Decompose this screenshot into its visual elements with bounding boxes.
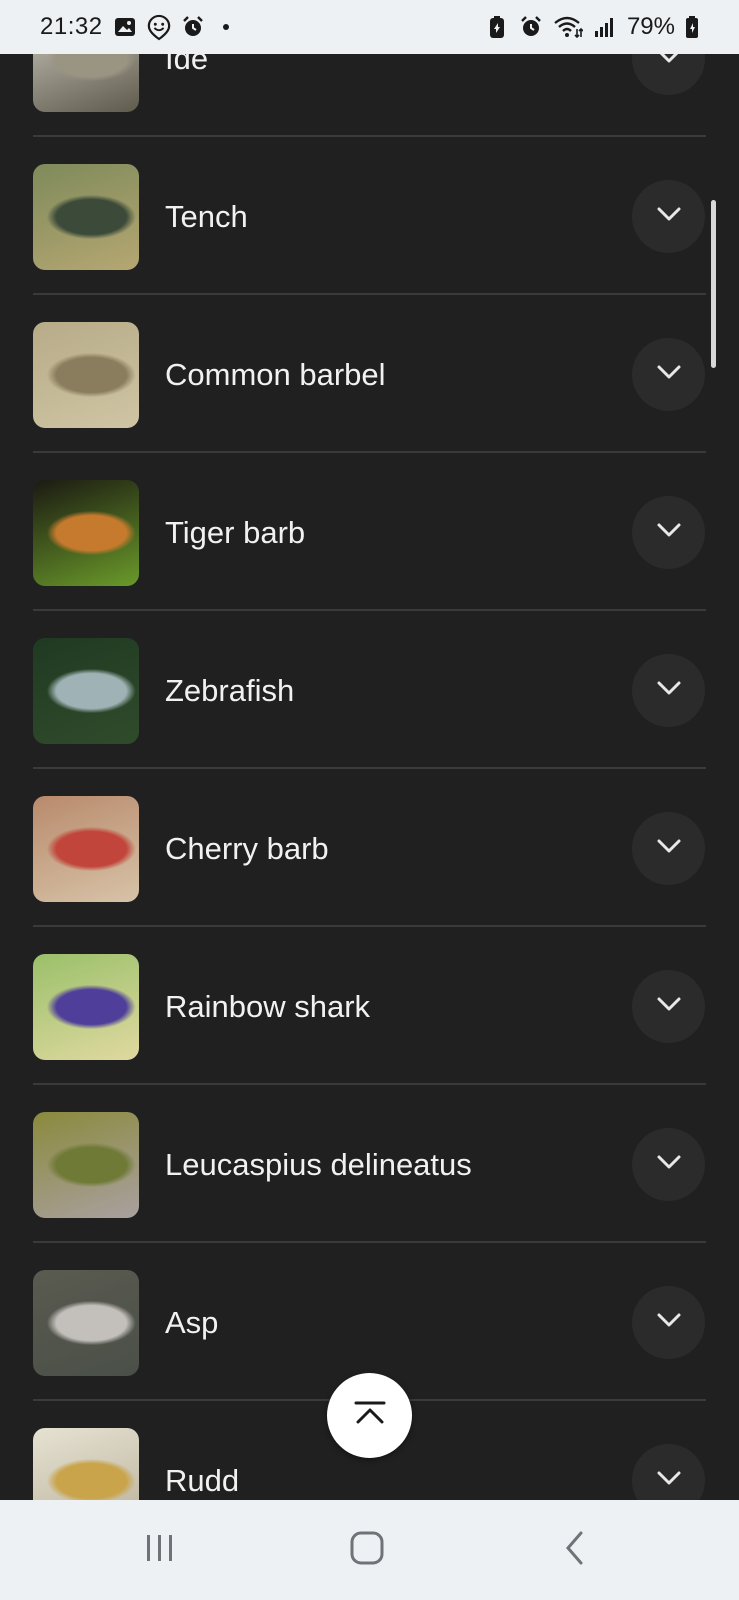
- fish-thumbnail: [33, 164, 139, 270]
- chevron-down-icon: [656, 680, 682, 701]
- smiley-location-icon: [147, 14, 171, 41]
- chevron-down-icon: [656, 206, 682, 227]
- notification-dot: [222, 24, 229, 30]
- image-icon: [113, 15, 137, 39]
- scrollbar[interactable]: [711, 200, 716, 368]
- fish-name: Ide: [165, 54, 209, 76]
- expand-button[interactable]: [632, 1286, 705, 1359]
- battery-saver-icon: [485, 15, 509, 39]
- fish-thumbnail: [33, 54, 139, 112]
- chevron-up-bar-icon: [353, 1400, 387, 1431]
- expand-button[interactable]: [632, 1128, 705, 1201]
- fish-name: Rudd: [165, 1463, 240, 1498]
- fish-thumbnail: [33, 638, 139, 744]
- chevron-down-icon: [656, 522, 682, 543]
- fish-list-item[interactable]: Tiger barb: [0, 453, 739, 611]
- chevron-down-icon: [656, 838, 682, 859]
- fish-thumbnail: [33, 480, 139, 586]
- fish-list-item[interactable]: Rainbow shark: [0, 927, 739, 1085]
- expand-button[interactable]: [632, 812, 705, 885]
- recents-icon: [142, 1531, 178, 1570]
- fish-list-item[interactable]: Leucaspius delineatus: [0, 1085, 739, 1243]
- fish-name: Zebrafish: [165, 673, 295, 708]
- battery-icon: [685, 15, 699, 39]
- expand-button[interactable]: [632, 180, 705, 253]
- fish-name: Common barbel: [165, 357, 386, 392]
- status-left: 21:32: [40, 13, 229, 41]
- alarm-icon: [181, 15, 205, 39]
- fish-list-item[interactable]: Tench: [0, 137, 739, 295]
- chevron-down-icon: [656, 1154, 682, 1175]
- chevron-down-icon: [656, 1312, 682, 1333]
- fish-thumbnail: [33, 322, 139, 428]
- system-nav-bar: [0, 1500, 739, 1600]
- fish-thumbnail: [33, 1112, 139, 1218]
- fish-list-item[interactable]: Ide: [0, 54, 739, 137]
- alarm-icon: [519, 15, 543, 39]
- expand-button[interactable]: [632, 1444, 705, 1500]
- recents-button[interactable]: [130, 1530, 190, 1570]
- fish-thumbnail: [33, 954, 139, 1060]
- back-icon: [563, 1530, 587, 1571]
- fish-name: Rainbow shark: [165, 989, 371, 1024]
- signal-icon: [593, 15, 617, 39]
- expand-button[interactable]: [632, 496, 705, 569]
- fish-name: Leucaspius delineatus: [165, 1147, 472, 1182]
- chevron-down-icon: [656, 54, 682, 69]
- clock: 21:32: [40, 13, 103, 40]
- status-right: 79%: [485, 13, 699, 41]
- back-button[interactable]: [545, 1530, 605, 1570]
- fish-thumbnail: [33, 796, 139, 902]
- fish-list-item[interactable]: Cherry barb: [0, 769, 739, 927]
- fish-list-item[interactable]: Common barbel: [0, 295, 739, 453]
- fish-list-item[interactable]: Zebrafish: [0, 611, 739, 769]
- fish-thumbnail: [33, 1270, 139, 1376]
- chevron-down-icon: [656, 996, 682, 1017]
- expand-button[interactable]: [632, 338, 705, 411]
- fish-name: Asp: [165, 1305, 219, 1340]
- expand-button[interactable]: [632, 654, 705, 727]
- expand-button[interactable]: [632, 54, 705, 95]
- battery-percent: 79%: [626, 13, 675, 40]
- home-icon: [349, 1530, 385, 1571]
- wifi-icon: [553, 15, 583, 39]
- status-bar: 21:32 79%: [0, 0, 739, 54]
- fish-name: Cherry barb: [165, 831, 329, 866]
- fish-name: Tiger barb: [165, 515, 306, 550]
- home-button[interactable]: [337, 1530, 397, 1570]
- fish-list[interactable]: Ide Tench Common barbel Tiger barb Zebrafish…: [0, 54, 739, 1500]
- expand-button[interactable]: [632, 970, 705, 1043]
- chevron-down-icon: [656, 1470, 682, 1491]
- chevron-down-icon: [656, 364, 682, 385]
- fish-name: Tench: [165, 199, 248, 234]
- fish-thumbnail: [33, 1428, 139, 1500]
- scroll-to-top-button[interactable]: [327, 1373, 412, 1458]
